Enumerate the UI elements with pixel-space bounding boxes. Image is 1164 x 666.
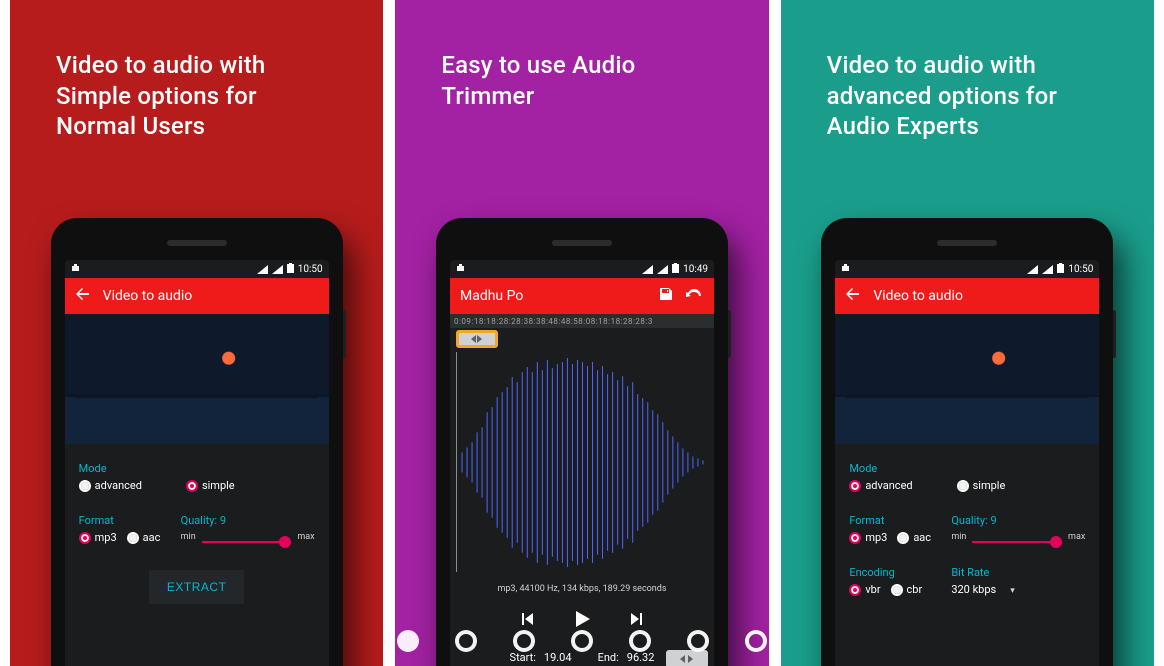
mode-label: Mode bbox=[849, 462, 1085, 475]
panel-headline: Easy to use Audio Trimmer bbox=[441, 50, 722, 111]
promo-panel-simple: Video to audio with Simple options for N… bbox=[10, 0, 383, 666]
carousel-dot[interactable] bbox=[745, 630, 767, 652]
format-label: Format bbox=[849, 514, 941, 527]
trim-start-label: Start: bbox=[510, 651, 536, 664]
save-icon[interactable] bbox=[658, 286, 674, 306]
toolbar-title: Video to audio bbox=[103, 288, 193, 304]
wifi-icon bbox=[257, 265, 268, 274]
format-radio-aac[interactable]: aac bbox=[127, 531, 161, 544]
carousel-dot[interactable] bbox=[629, 630, 651, 652]
skip-previous-icon[interactable] bbox=[519, 611, 535, 630]
battery-icon bbox=[672, 263, 679, 276]
phone-earpiece bbox=[552, 240, 612, 246]
trim-handle-start[interactable] bbox=[456, 330, 498, 348]
quality-min-label: min bbox=[181, 532, 196, 542]
mode-radio-advanced[interactable]: advanced bbox=[849, 479, 912, 492]
bitrate-label: Bit Rate bbox=[951, 566, 1085, 579]
promo-panel-advanced: Video to audio with advanced options for… bbox=[781, 0, 1154, 666]
waveform[interactable] bbox=[456, 352, 708, 572]
toolbar-title: Video to audio bbox=[873, 288, 963, 304]
signal-icon bbox=[657, 265, 668, 274]
app-toolbar: Video to audio bbox=[65, 278, 329, 314]
bitrate-dropdown[interactable]: 320 kbps bbox=[951, 583, 1085, 596]
status-time: 10:50 bbox=[298, 264, 323, 275]
app-indicator-icon bbox=[841, 263, 850, 275]
time-scale: 0:09:18:18:28:28:38:38:48:48:58:08:18:18… bbox=[450, 314, 714, 328]
phone-mockup: 10:50 Video to audio Mode advanced bbox=[821, 218, 1113, 666]
status-bar: 10:49 bbox=[450, 260, 714, 278]
mode-label: Mode bbox=[79, 462, 315, 475]
encoding-label: Encoding bbox=[849, 566, 941, 579]
carousel-dot[interactable] bbox=[513, 630, 535, 652]
quality-max-label: max bbox=[1068, 532, 1085, 542]
format-radio-aac[interactable]: aac bbox=[897, 531, 931, 544]
toolbar-title: Madhu Po bbox=[460, 288, 523, 304]
skip-next-icon[interactable] bbox=[629, 611, 645, 630]
panel-headline: Video to audio with advanced options for… bbox=[827, 50, 1108, 142]
status-time: 10:49 bbox=[683, 264, 708, 275]
app-toolbar: Video to audio bbox=[835, 278, 1099, 314]
quality-slider[interactable] bbox=[202, 541, 292, 543]
app-indicator-icon bbox=[456, 263, 465, 275]
mode-radio-simple[interactable]: simple bbox=[186, 479, 235, 492]
app-indicator-icon bbox=[71, 263, 80, 275]
app-toolbar: Madhu Po bbox=[450, 278, 714, 314]
carousel-dot[interactable] bbox=[571, 630, 593, 652]
quality-label: Quality: 9 bbox=[951, 514, 1085, 527]
bitrate-value: 320 kbps bbox=[951, 583, 996, 596]
quality-label: Quality: 9 bbox=[181, 514, 315, 527]
video-thumbnail[interactable] bbox=[835, 314, 1099, 444]
wifi-icon bbox=[1027, 265, 1038, 274]
battery-icon bbox=[287, 263, 294, 276]
back-arrow-icon[interactable] bbox=[75, 286, 91, 306]
mode-radio-advanced[interactable]: advanced bbox=[79, 479, 142, 492]
status-bar: 10:50 bbox=[65, 260, 329, 278]
phone-mockup: 10:50 Video to audio Mode advanced bbox=[51, 218, 343, 666]
format-radio-mp3[interactable]: mp3 bbox=[849, 531, 887, 544]
phone-earpiece bbox=[167, 240, 227, 246]
trim-start-value[interactable]: 19.04 bbox=[544, 651, 572, 664]
format-radio-mp3[interactable]: mp3 bbox=[79, 531, 117, 544]
audio-metadata: mp3, 44100 Hz, 134 kbps, 189.29 seconds bbox=[450, 584, 714, 594]
carousel-dot[interactable] bbox=[397, 630, 419, 652]
mode-radio-simple[interactable]: simple bbox=[957, 479, 1006, 492]
battery-icon bbox=[1057, 263, 1064, 276]
signal-icon bbox=[272, 265, 283, 274]
back-arrow-icon[interactable] bbox=[845, 286, 861, 306]
encoding-radio-vbr[interactable]: vbr bbox=[849, 583, 880, 596]
carousel-dot[interactable] bbox=[455, 630, 477, 652]
video-thumbnail[interactable] bbox=[65, 314, 329, 444]
quality-min-label: min bbox=[951, 532, 966, 542]
encoding-radio-cbr[interactable]: cbr bbox=[891, 583, 923, 596]
signal-icon bbox=[1042, 265, 1053, 274]
carousel-dot[interactable] bbox=[687, 630, 709, 652]
quality-slider[interactable] bbox=[972, 541, 1062, 543]
trim-handle-end[interactable] bbox=[666, 650, 708, 666]
phone-earpiece bbox=[937, 240, 997, 246]
extract-button[interactable]: EXTRACT bbox=[149, 570, 245, 604]
wifi-icon bbox=[642, 265, 653, 274]
chevron-down-icon bbox=[1002, 583, 1015, 596]
phone-mockup: 10:49 Madhu Po 0:09:18:18:28:28:38:38: bbox=[436, 218, 728, 666]
quality-max-label: max bbox=[297, 532, 314, 542]
status-time: 10:50 bbox=[1068, 264, 1093, 275]
trim-end-label: End: bbox=[598, 651, 619, 664]
trim-end-value[interactable]: 96.32 bbox=[627, 651, 655, 664]
status-bar: 10:50 bbox=[835, 260, 1099, 278]
format-label: Format bbox=[79, 514, 171, 527]
promo-panel-trimmer: Easy to use Audio Trimmer 10:49 bbox=[395, 0, 768, 666]
panel-headline: Video to audio with Simple options for N… bbox=[56, 50, 337, 142]
undo-icon[interactable] bbox=[686, 286, 704, 306]
